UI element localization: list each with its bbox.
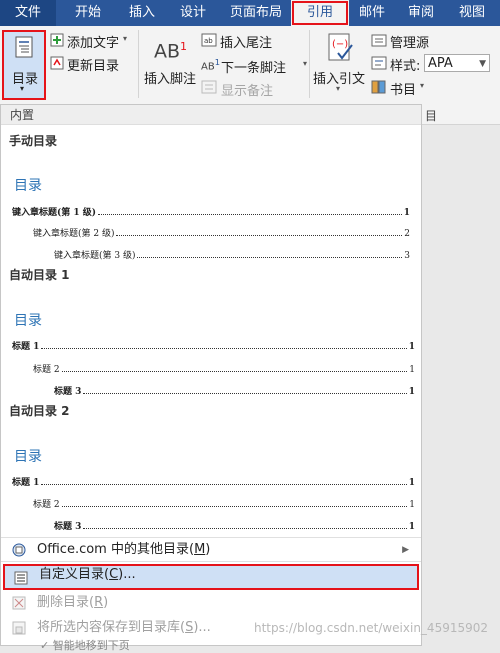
insert-endnote-icon: ab (201, 33, 217, 47)
add-text-dropdown-icon[interactable]: ▾ (123, 34, 127, 43)
citation-style-value: APA (428, 56, 453, 71)
divider (309, 30, 310, 98)
toc-option-name: 自动目录 1 (9, 268, 70, 282)
svg-text:(−): (−) (332, 39, 348, 50)
chevron-down-icon: ▼ (479, 59, 486, 69)
next-footnote-button[interactable]: 下一条脚注 (221, 57, 286, 76)
update-toc-icon (50, 56, 64, 70)
tab-review[interactable]: 审阅 (398, 0, 444, 26)
toc-preview-entry: 标题 31 (54, 387, 415, 397)
insert-footnote-button[interactable]: 插入脚注 (144, 68, 196, 87)
tab-insert[interactable]: 插入 (116, 0, 168, 26)
toc-button-label: 目录 (12, 72, 39, 87)
chevron-down-icon: ▾ (20, 84, 25, 93)
next-footnote-icon: AB1 (201, 57, 221, 73)
delete-toc-icon (12, 596, 26, 610)
next-footnote-dropdown-icon[interactable]: ▾ (303, 59, 307, 68)
add-text-button[interactable]: 添加文字 (67, 32, 119, 51)
tab-mailings[interactable]: 邮件 (350, 0, 394, 26)
office-com-icon (12, 543, 26, 557)
menu-divider (1, 561, 421, 562)
show-notes-button[interactable]: 显示备注 (221, 80, 273, 99)
insert-citation-icon: (−) (328, 33, 353, 61)
ribbon-tab-bar: 文件 开始 插入 设计 页面布局 引用 邮件 审阅 视图 (0, 0, 500, 26)
menu-item-delete-toc[interactable]: 删除目录(R) (3, 592, 419, 614)
toc-preview-entry: 键入章标题(第 1 级) 1 (12, 208, 410, 218)
toc-option-name: 手动目录 (9, 134, 58, 148)
show-notes-icon (201, 80, 217, 94)
toc-preview-title: 目录 (14, 313, 42, 329)
add-text-icon (50, 33, 64, 47)
toc-preview-entry: 标题 31 (54, 522, 415, 532)
menu-divider (1, 537, 421, 538)
toc-preview-title: 目录 (14, 178, 42, 194)
manage-sources-icon (371, 34, 387, 47)
insert-citation-dropdown-icon[interactable]: ▾ (336, 84, 340, 93)
tab-design[interactable]: 设计 (168, 0, 218, 26)
toc-preview-entry: 键入章标题(第 2 级) 2 (33, 229, 410, 239)
bibliography-button[interactable]: 书目 (390, 79, 416, 98)
toc-preview-entry: 标题 21 (33, 365, 415, 375)
save-to-gallery-icon (12, 621, 26, 635)
chevron-right-icon: ▶ (402, 545, 409, 555)
insert-footnote-icon: AB1 (154, 40, 188, 63)
menu-item-custom-toc[interactable]: 自定义目录(C)... (3, 564, 419, 590)
toc-preview-entry: 标题 11 (12, 478, 415, 488)
toc-preview-entry: 标题 11 (12, 342, 415, 352)
insert-endnote-button[interactable]: 插入尾注 (220, 32, 272, 51)
ribbon-group-label: 目 (425, 109, 438, 123)
style-label: 样式: (390, 59, 421, 74)
style-icon (371, 56, 387, 70)
manage-sources-button[interactable]: 管理源 (390, 32, 429, 51)
tab-view[interactable]: 视图 (448, 0, 496, 26)
toc-button[interactable]: 目录 ▾ (2, 30, 46, 100)
tab-page-layout[interactable]: 页面布局 (224, 0, 288, 26)
toc-preview-title: 目录 (14, 449, 42, 465)
bibliography-dropdown-icon[interactable]: ▾ (420, 81, 424, 90)
toc-document-icon (15, 36, 33, 58)
watermark: https://blog.csdn.net/weixin_45915902 (254, 621, 489, 635)
tab-references[interactable]: 引用 (291, 0, 349, 26)
document-text-behind: ✓ 智能地移到下页 (40, 639, 130, 652)
menu-item-more-toc-office[interactable]: Office.com 中的其他目录(M) ▶ (3, 539, 419, 561)
toc-gallery-dropdown: 内置 手动目录 目录 键入章标题(第 1 级) 1 键入章标题(第 2 级) 2 键… (0, 104, 422, 646)
update-toc-button[interactable]: 更新目录 (67, 55, 119, 74)
section-header-builtin: 内置 (1, 105, 421, 125)
toc-option-name: 自动目录 2 (9, 404, 70, 418)
svg-text:ab: ab (204, 37, 213, 45)
bibliography-icon (371, 80, 386, 94)
tab-home[interactable]: 开始 (62, 0, 114, 26)
divider (138, 30, 139, 98)
toc-preview-entry: 标题 21 (33, 500, 415, 510)
tab-file[interactable]: 文件 (0, 0, 56, 26)
custom-toc-icon (14, 571, 28, 585)
citation-style-select[interactable]: APA ▼ (424, 54, 490, 72)
toc-preview-entry: 键入章标题(第 3 级) 3 (54, 251, 410, 261)
